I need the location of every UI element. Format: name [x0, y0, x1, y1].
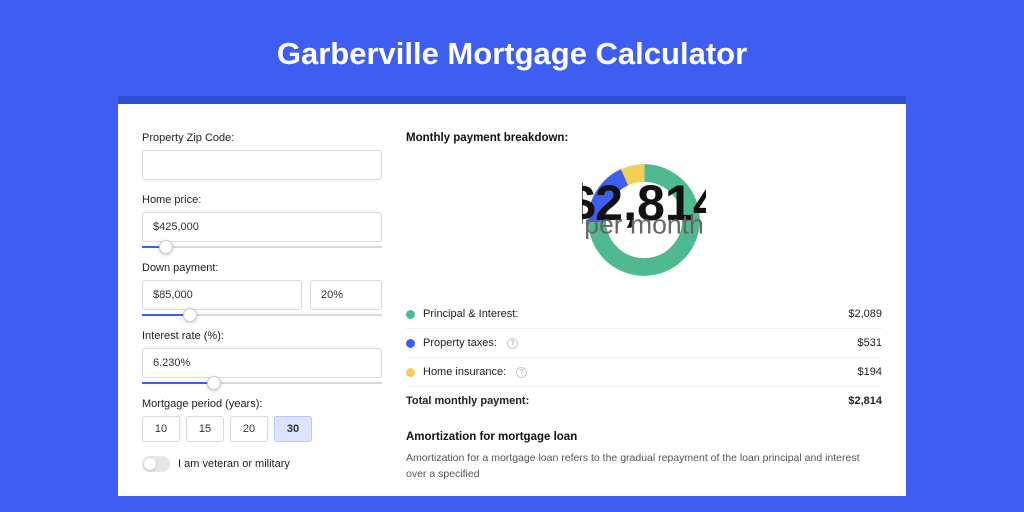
donut-center-sub: per month [584, 209, 704, 239]
legend-value: $531 [858, 337, 882, 349]
legend-row-taxes: Property taxes: ? $531 [406, 329, 882, 358]
interest-input[interactable] [142, 348, 382, 378]
breakdown-heading: Monthly payment breakdown: [406, 132, 882, 144]
period-label: Mortgage period (years): [142, 398, 382, 410]
slider-thumb[interactable] [159, 240, 173, 254]
slider-thumb[interactable] [183, 308, 197, 322]
dot-icon [406, 339, 415, 348]
interest-label: Interest rate (%): [142, 330, 382, 342]
calculator-panel: Property Zip Code: Home price: Down paym… [118, 96, 906, 496]
zip-section: Property Zip Code: [142, 132, 382, 180]
down-payment-slider[interactable] [142, 314, 382, 316]
down-payment-input[interactable] [142, 280, 302, 310]
legend-value: $2,089 [848, 308, 882, 320]
donut-chart: $2,814 per month [406, 158, 882, 282]
period-btn-20[interactable]: 20 [230, 416, 268, 442]
legend-value: $194 [858, 366, 882, 378]
slider-thumb[interactable] [207, 376, 221, 390]
period-btn-10[interactable]: 10 [142, 416, 180, 442]
down-payment-label: Down payment: [142, 262, 382, 274]
period-btn-15[interactable]: 15 [186, 416, 224, 442]
dot-icon [406, 310, 415, 319]
down-payment-pct-input[interactable] [310, 280, 382, 310]
info-icon[interactable]: ? [516, 367, 527, 378]
veteran-toggle[interactable] [142, 456, 170, 472]
legend-row-insurance: Home insurance: ? $194 [406, 358, 882, 387]
legend-name: Property taxes: [423, 337, 497, 349]
home-price-section: Home price: [142, 194, 382, 248]
period-section: Mortgage period (years): 10 15 20 30 [142, 398, 382, 442]
legend-row-total: Total monthly payment: $2,814 [406, 387, 882, 415]
period-row: 10 15 20 30 [142, 416, 382, 442]
dot-icon [406, 368, 415, 377]
legend-row-principal: Principal & Interest: $2,089 [406, 300, 882, 329]
home-price-slider[interactable] [142, 246, 382, 248]
breakdown-column: Monthly payment breakdown: $2,814 per mo… [406, 132, 882, 468]
interest-slider[interactable] [142, 382, 382, 384]
interest-section: Interest rate (%): [142, 330, 382, 384]
veteran-label: I am veteran or military [178, 458, 290, 470]
zip-input[interactable] [142, 150, 382, 180]
total-value: $2,814 [848, 395, 882, 407]
info-icon[interactable]: ? [507, 338, 518, 349]
period-btn-30[interactable]: 30 [274, 416, 312, 442]
home-price-input[interactable] [142, 212, 382, 242]
form-column: Property Zip Code: Home price: Down paym… [142, 132, 382, 468]
amort-text: Amortization for a mortgage loan refers … [406, 451, 882, 483]
amort-heading: Amortization for mortgage loan [406, 431, 882, 443]
page-title: Garberville Mortgage Calculator [0, 0, 1024, 96]
down-payment-section: Down payment: [142, 262, 382, 316]
home-price-label: Home price: [142, 194, 382, 206]
legend-name: Principal & Interest: [423, 308, 518, 320]
veteran-row: I am veteran or military [142, 456, 382, 472]
toggle-knob [144, 458, 156, 470]
total-label: Total monthly payment: [406, 395, 529, 407]
zip-label: Property Zip Code: [142, 132, 382, 144]
legend-name: Home insurance: [423, 366, 506, 378]
